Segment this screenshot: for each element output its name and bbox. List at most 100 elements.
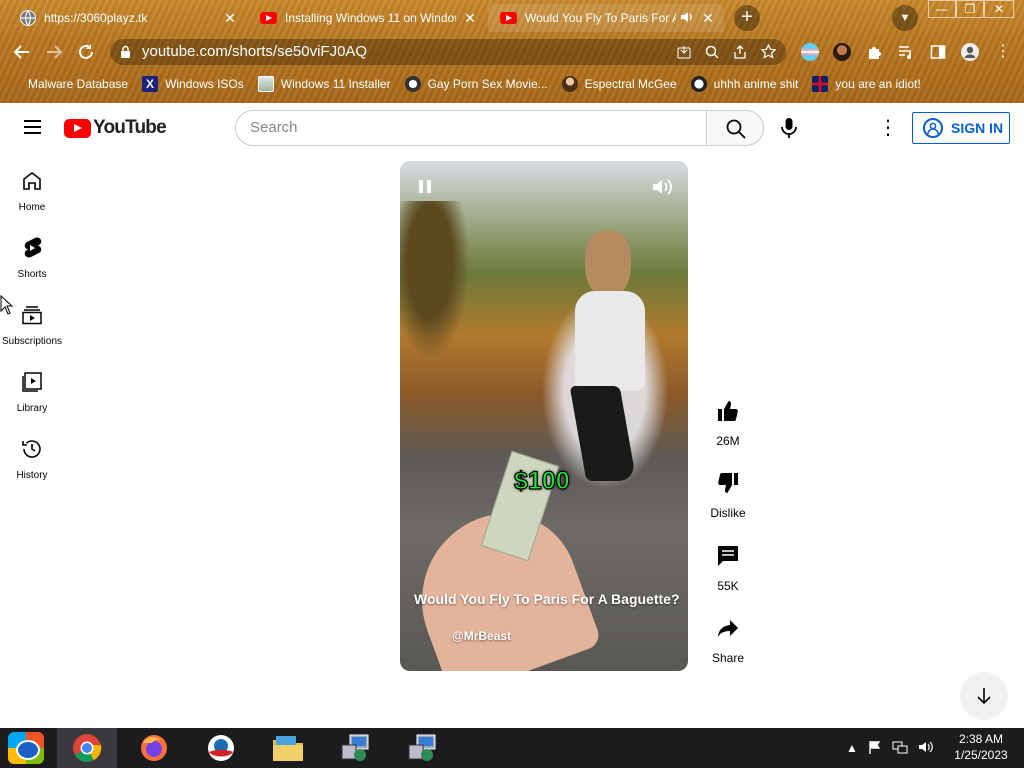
bookmark-you-are-an-idiot[interactable]: you are an idiot! — [812, 76, 921, 92]
omnibox-actions — [677, 39, 777, 67]
tab-would-you-fly[interactable]: Would You Fly To Paris For A… ✕ — [488, 4, 724, 32]
search-icon — [726, 119, 746, 139]
comments-button[interactable]: 55K — [700, 544, 756, 593]
tab-installing-windows[interactable]: Installing Windows 11 on Window… ✕ — [248, 4, 486, 32]
youtube-page: YouTube Search ⋮ SIGN IN Home Shorts Sub… — [0, 103, 1024, 728]
sidebar-item-shorts[interactable]: Shorts — [0, 228, 64, 286]
subscriptions-icon — [22, 306, 42, 325]
video-title[interactable]: Would You Fly To Paris For A Baguette? — [414, 591, 682, 607]
sidebar-item-label: Library — [16, 403, 48, 414]
like-count: 26M — [716, 434, 740, 448]
tab-3060playz[interactable]: https://3060playz.tk ✕ — [8, 4, 246, 32]
bookmark-windows11-installer[interactable]: Windows 11 Installer — [257, 76, 391, 92]
sidebar-item-label: Subscriptions — [1, 336, 63, 347]
video-tree — [400, 201, 470, 361]
reload-icon[interactable] — [74, 40, 98, 64]
bookmark-label: uhhh anime shit — [713, 77, 799, 91]
zoom-icon[interactable] — [705, 39, 719, 67]
speaker-icon[interactable] — [680, 11, 694, 26]
anime-face-icon — [690, 76, 707, 92]
video-person-body — [575, 291, 645, 391]
side-panel-icon[interactable] — [928, 42, 948, 66]
sign-in-label: SIGN IN — [951, 120, 1004, 136]
taskbar-file-explorer[interactable] — [258, 728, 318, 768]
dislike-button[interactable]: Dislike — [700, 471, 756, 520]
dislike-icon — [718, 473, 738, 493]
bookmark-malware-database[interactable]: Malware Database — [14, 76, 128, 92]
browser-chrome: https://3060playz.tk ✕ Installing Window… — [0, 0, 1024, 103]
bookmark-espectral-mcgee[interactable]: Espectral McGee — [561, 76, 677, 92]
volume-icon[interactable] — [652, 178, 674, 196]
clock-date: 1/25/2023 — [954, 748, 1008, 762]
new-tab-button[interactable]: + — [734, 5, 760, 31]
address-bar[interactable]: youtube.com/shorts/se50viFJ0AQ — [110, 39, 786, 65]
video-overlay-amount: $100 — [513, 466, 570, 495]
youtube-play-logo-icon — [64, 118, 91, 138]
sidebar-item-history[interactable]: History — [0, 429, 64, 487]
like-button[interactable]: 26M — [700, 399, 756, 448]
action-center-flag-icon[interactable] — [868, 740, 882, 757]
taskbar-clock[interactable]: 2:38 AM 1/25/2023 — [944, 731, 1018, 763]
install-app-icon[interactable] — [677, 39, 691, 67]
lock-icon[interactable] — [120, 39, 131, 67]
comment-icon — [718, 546, 738, 566]
avatar-extension-icon[interactable] — [833, 43, 851, 61]
sidebar-item-label: History — [16, 470, 48, 481]
maximize-button[interactable]: ❐ — [956, 0, 984, 18]
search-input[interactable]: Search — [235, 110, 707, 146]
bookmark-star-icon[interactable] — [760, 39, 777, 67]
puzzle-extensions-icon[interactable] — [864, 42, 884, 66]
tab-search-chevron-icon[interactable]: ▼ — [892, 5, 918, 31]
bookmark-label: Windows 11 Installer — [280, 77, 391, 91]
network-computer-icon — [408, 734, 436, 761]
youtube-favicon-icon — [500, 12, 517, 24]
microphone-icon[interactable] — [780, 117, 798, 139]
network-status-icon[interactable] — [892, 740, 908, 757]
taskbar-app-obama[interactable] — [191, 728, 251, 768]
bookmark-label: Gay Porn Sex Movie... — [427, 77, 548, 91]
hamburger-menu-icon[interactable] — [24, 120, 41, 134]
tab-close-icon[interactable]: ✕ — [700, 10, 716, 27]
taskbar-firefox[interactable] — [124, 728, 184, 768]
character-avatar-icon — [561, 76, 578, 92]
blank-page-icon — [14, 76, 24, 92]
profile-icon[interactable] — [960, 42, 980, 68]
sidebar-item-home[interactable]: Home — [0, 161, 64, 219]
shorts-video-player[interactable]: $100 Would You Fly To Paris For A Baguet… — [400, 161, 688, 671]
sidebar-item-library[interactable]: Library — [0, 362, 64, 420]
show-hidden-icons-icon[interactable]: ▲ — [846, 741, 858, 755]
bookmarks-bar: Malware Database X Windows ISOs Windows … — [0, 72, 1024, 96]
bookmark-anime[interactable]: uhhh anime shit — [690, 76, 799, 92]
start-button[interactable] — [8, 732, 44, 764]
taskbar-chrome[interactable] — [57, 728, 117, 768]
dislike-label: Dislike — [710, 506, 746, 520]
trans-flag-extension-icon[interactable] — [801, 43, 819, 61]
youtube-logo[interactable]: YouTube — [64, 117, 167, 139]
share-page-icon[interactable] — [733, 39, 747, 67]
tab-title: Installing Windows 11 on Window… — [285, 11, 456, 25]
search-button[interactable] — [706, 110, 764, 146]
minimize-button[interactable]: — — [928, 0, 956, 18]
close-window-button[interactable]: ✕ — [984, 0, 1014, 18]
tab-close-icon[interactable]: ✕ — [222, 10, 238, 27]
share-button[interactable]: Share — [700, 616, 756, 665]
youtube-favicon-icon — [260, 12, 277, 24]
tab-strip: https://3060playz.tk ✕ Installing Window… — [0, 0, 1024, 34]
tab-close-icon[interactable]: ✕ — [462, 10, 478, 27]
back-arrow-icon[interactable] — [10, 40, 34, 64]
volume-tray-icon[interactable] — [918, 740, 934, 757]
taskbar-app-network[interactable] — [325, 728, 385, 768]
forward-arrow-icon[interactable] — [42, 40, 66, 64]
next-video-button[interactable] — [960, 672, 1008, 720]
browser-menu-kebab-icon[interactable]: ⋮ — [993, 42, 1013, 62]
settings-kebab-icon[interactable]: ⋮ — [878, 117, 898, 139]
film-reel-icon — [404, 76, 421, 92]
bookmark-windows-isos[interactable]: X Windows ISOs — [142, 76, 244, 92]
pause-icon[interactable] — [419, 180, 431, 193]
sign-in-button[interactable]: SIGN IN — [912, 112, 1010, 144]
bookmark-movie-site[interactable]: Gay Porn Sex Movie... — [404, 76, 548, 92]
media-queue-icon[interactable] — [896, 42, 916, 66]
channel-handle[interactable]: @MrBeast — [452, 629, 511, 643]
taskbar-app-network-2[interactable] — [392, 728, 452, 768]
video-person-head — [585, 231, 631, 297]
